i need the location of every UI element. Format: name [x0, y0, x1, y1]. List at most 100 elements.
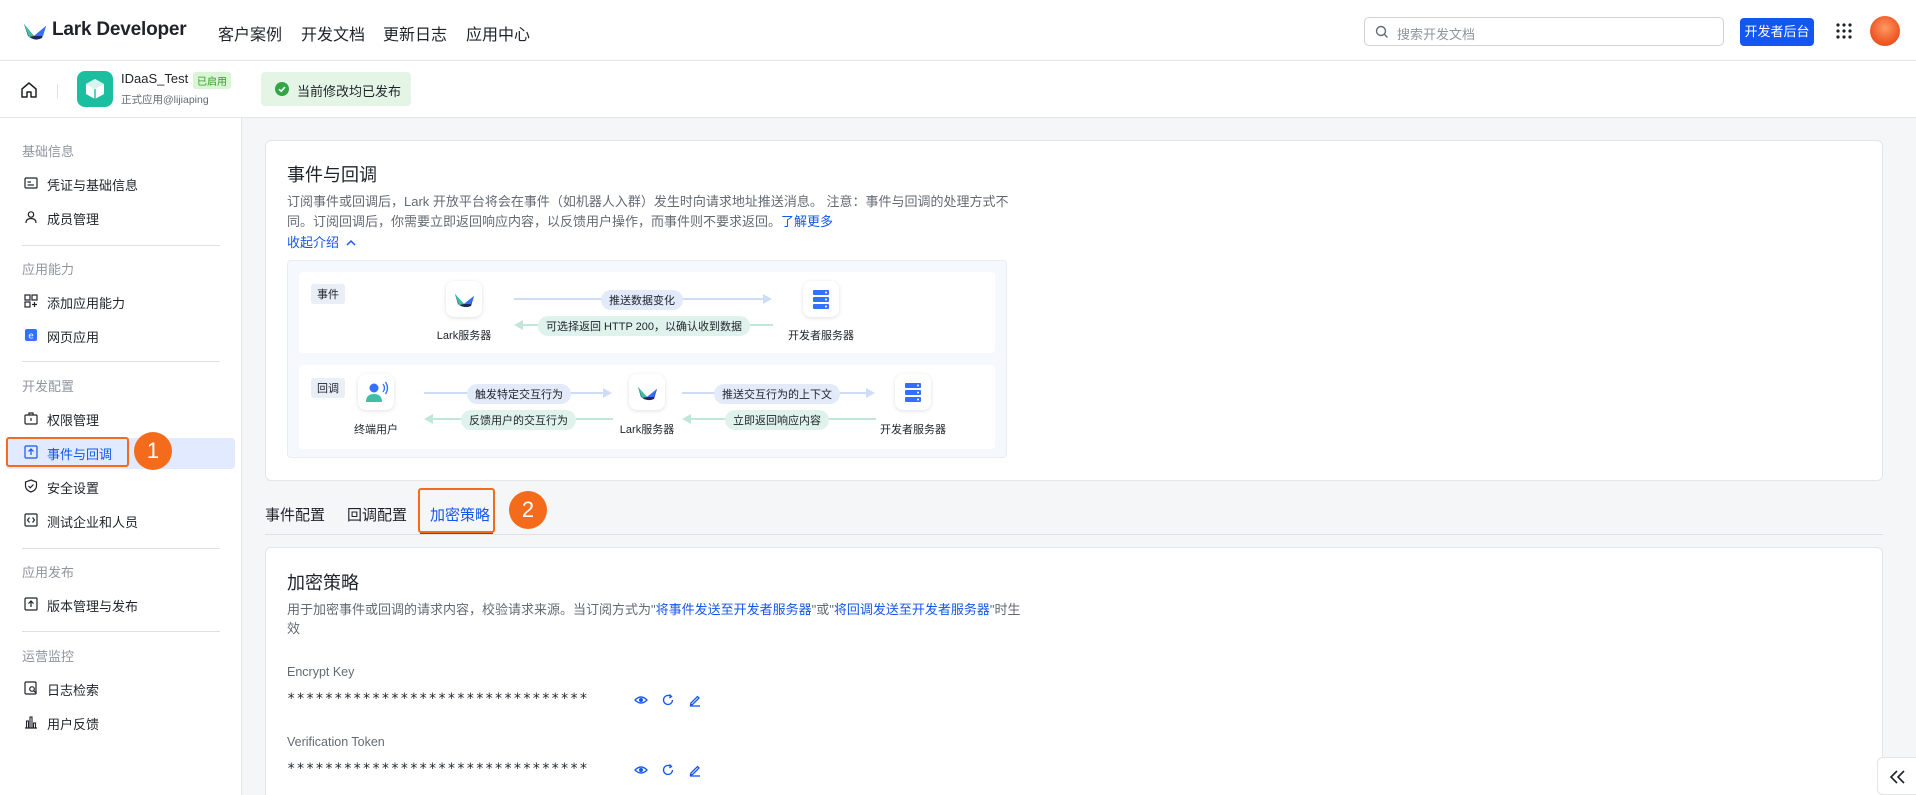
home-icon[interactable]	[20, 81, 38, 99]
eye-icon[interactable]	[634, 693, 648, 707]
tabs-baseline	[265, 534, 1883, 535]
callout-badge-2: 2	[509, 491, 547, 529]
arrow-head-right-icon	[866, 388, 875, 398]
lark-server-label: Lark服务器	[436, 330, 492, 342]
sidebar-item-add-capability[interactable]: 添加应用能力	[22, 287, 232, 315]
encrypt-key-value: ********************************	[287, 691, 589, 707]
refresh-icon[interactable]	[661, 693, 675, 707]
svg-text:e: e	[28, 332, 34, 342]
nav-link-cases[interactable]: 客户案例	[218, 21, 282, 45]
sidebar-divider	[22, 548, 220, 549]
sidebar-item-security[interactable]: 安全设置	[22, 472, 232, 500]
app-grid-icon[interactable]	[1835, 22, 1853, 40]
edit-icon[interactable]	[688, 693, 702, 707]
logo-text[interactable]: Lark Developer	[52, 19, 187, 41]
end-user-icon	[358, 374, 394, 410]
double-chevron-left-icon	[1889, 770, 1905, 784]
sidebar-item-label: 网页应用	[47, 330, 100, 345]
send-events-link[interactable]: 将事件发送至开发者服务器	[656, 602, 812, 617]
sidebar-divider	[22, 631, 220, 632]
nav-link-app-center[interactable]: 应用中心	[466, 21, 530, 45]
sidebar-item-members[interactable]: 成员管理	[22, 203, 232, 231]
push-context-label: 推送交互行为的上下文	[714, 384, 840, 404]
dev-server-label: 开发者服务器	[880, 424, 946, 436]
nav-link-changelog[interactable]: 更新日志	[383, 21, 447, 45]
event-tag: 事件	[311, 284, 345, 304]
encryption-desc-text: 用于加密事件或回调的请求内容，校验请求来源。当订阅方式为"	[287, 602, 656, 617]
highlight-box-encryption-tab	[418, 488, 495, 533]
encryption-card	[265, 547, 1883, 795]
encryption-title: 加密策略	[287, 573, 359, 593]
app-subtitle: 正式应用@lijiaping	[121, 94, 209, 106]
diagram-event-row	[299, 272, 995, 353]
sidebar-item-label: 安全设置	[47, 481, 100, 496]
sidebar-item-permissions[interactable]: 权限管理	[22, 404, 232, 432]
callout-badge-1: 1	[134, 432, 172, 470]
id-card-icon	[24, 177, 38, 189]
encryption-desc-text: "或"	[811, 602, 834, 617]
tab-event-config[interactable]: 事件配置	[265, 504, 325, 525]
encryption-desc-line2: 效	[287, 621, 301, 636]
developer-console-button[interactable]: 开发者后台	[1740, 18, 1814, 46]
sidebar-item-label: 成员管理	[47, 212, 100, 227]
collapse-panel-button[interactable]	[1877, 757, 1916, 795]
lark-logo-icon[interactable]	[22, 20, 48, 42]
sidebar-section-operations: 运营监控	[22, 649, 75, 664]
arrow-head-left-icon	[682, 414, 691, 424]
sidebar-item-label: 权限管理	[47, 413, 100, 428]
sidebar-section-basic: 基础信息	[22, 144, 75, 159]
publish-status-text: 当前修改均已发布	[297, 84, 402, 99]
collapse-intro-link[interactable]: 收起介绍	[287, 233, 356, 253]
nav-link-docs[interactable]: 开发文档	[301, 21, 365, 45]
push-change-label: 推送数据变化	[601, 290, 683, 310]
intro-desc-text: 同。订阅回调后，你需要立即返回响应内容，以反馈用户操作，而事件则不要求返回。	[287, 214, 782, 229]
intro-title: 事件与回调	[287, 165, 377, 185]
send-callbacks-link[interactable]: 将回调发送至开发者服务器	[834, 602, 990, 617]
search-input[interactable]: 搜索开发文档	[1364, 17, 1724, 46]
lark-server-icon	[446, 281, 482, 317]
dev-server-icon	[895, 374, 931, 410]
upload-box-icon	[24, 597, 38, 611]
sidebar-section-capabilities: 应用能力	[22, 262, 75, 277]
sidebar-item-test-org[interactable]: 测试企业和人员	[22, 506, 232, 534]
user-avatar[interactable]	[1870, 16, 1900, 46]
dev-server-icon	[803, 281, 839, 317]
intro-desc-line1: 订阅事件或回调后，Lark 开放平台将会在事件（如机器人入群）发生时向请求地址推…	[287, 194, 1009, 209]
apps-add-icon	[24, 294, 38, 308]
sidebar-item-log-search[interactable]: 日志检索	[22, 674, 232, 702]
learn-more-link[interactable]: 了解更多	[781, 214, 833, 229]
sidebar-item-web-app[interactable]: e 网页应用	[22, 321, 232, 349]
arrow-head-left-icon	[424, 414, 433, 424]
eye-icon[interactable]	[634, 763, 648, 777]
bar-chart-icon	[25, 716, 37, 729]
edit-icon[interactable]	[688, 763, 702, 777]
web-app-icon: e	[25, 329, 37, 342]
callback-tag: 回调	[311, 378, 345, 398]
encrypt-key-label: Encrypt Key	[287, 665, 355, 679]
highlight-box-events	[6, 437, 129, 467]
dev-server-label: 开发者服务器	[788, 330, 854, 342]
sidebar-item-label: 日志检索	[47, 683, 100, 698]
return-immediately-label: 立即返回响应内容	[725, 410, 829, 430]
sidebar-item-versions[interactable]: 版本管理与发布	[22, 590, 232, 618]
intro-desc-line2: 同。订阅回调后，你需要立即返回响应内容，以反馈用户操作，而事件则不要求返回。了解…	[287, 212, 833, 232]
tab-callback-config[interactable]: 回调配置	[347, 504, 407, 525]
briefcase-icon	[24, 412, 38, 425]
return-200-label: 可选择返回 HTTP 200，以确认收到数据	[538, 316, 750, 336]
arrow-head-right-icon	[763, 294, 772, 304]
arrow-head-right-icon	[603, 388, 612, 398]
encryption-desc-line1: 用于加密事件或回调的请求内容，校验请求来源。当订阅方式为"将事件发送至开发者服务…	[287, 600, 1021, 620]
code-box-icon	[24, 513, 38, 527]
shield-icon	[24, 479, 38, 493]
end-user-label: 终端用户	[354, 424, 398, 436]
sidebar-item-feedback[interactable]: 用户反馈	[22, 708, 232, 736]
sidebar-section-release: 应用发布	[22, 565, 75, 580]
refresh-icon[interactable]	[661, 763, 675, 777]
sidebar-item-credentials[interactable]: 凭证与基础信息	[22, 169, 232, 197]
sidebar-item-label: 用户反馈	[47, 717, 100, 732]
collapse-intro-label: 收起介绍	[287, 235, 340, 250]
sidebar-divider	[22, 245, 220, 246]
encryption-desc-text: "时生	[989, 602, 1021, 617]
publish-status-banner: 当前修改均已发布	[261, 72, 411, 106]
sidebar-section-dev-config: 开发配置	[22, 379, 75, 394]
